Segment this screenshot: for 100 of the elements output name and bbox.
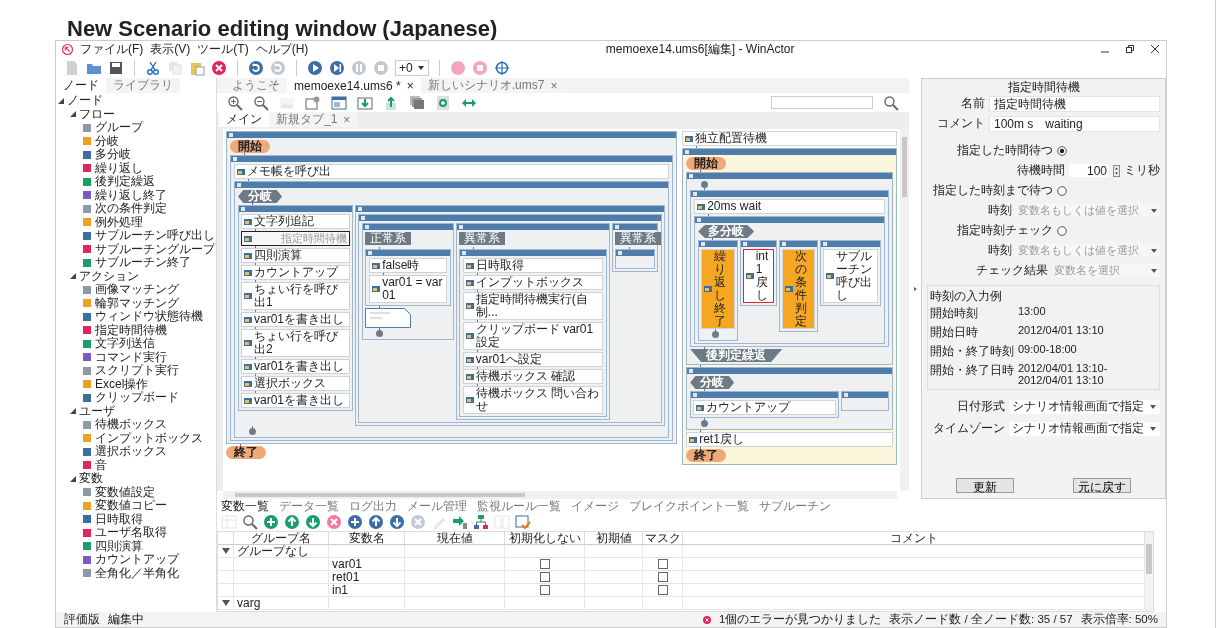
dropdown[interactable]: シナリオ情報画面で指定 xyxy=(1009,399,1160,414)
action-node[interactable]: 待機ボックス 確認 xyxy=(462,369,604,384)
tree-item[interactable]: 後判定繰返 xyxy=(82,175,214,189)
tree-item[interactable]: スクリプト実行 xyxy=(82,364,214,378)
scrollbar[interactable] xyxy=(223,491,897,499)
action-node[interactable]: インプットボックス xyxy=(462,275,604,290)
expand-icon[interactable] xyxy=(221,600,230,606)
group-box[interactable]: 20ms wait 多分岐 繰り返し終了 int1戻し 次の条件判定 サブルーチン呼び出し xyxy=(690,190,889,347)
tree-item[interactable]: 選択ボックス xyxy=(82,445,214,459)
arrow-down-icon[interactable] xyxy=(389,514,405,530)
action-node[interactable]: 四則演算 xyxy=(241,248,351,263)
group-box[interactable]: 20ms wait 多分岐 繰り返し終了 int1戻し 次の条件判定 サブルーチン呼び出し 後判定繰返 xyxy=(686,172,893,365)
arrow-down-icon[interactable] xyxy=(305,514,321,530)
group-box[interactable]: 正常系 false時 var01 = var01 異常系 日時取得 インプットボックス 指定時間待機実行(自制... クリップボード var01 設定 var01へ設定 待機ボックス 確認 待機ボックス 問い合わせ 異常系 xyxy=(358,214,663,423)
delete-icon[interactable] xyxy=(211,59,227,76)
menu-item[interactable]: ファイル(F) xyxy=(80,40,144,58)
window-icon[interactable] xyxy=(331,94,347,111)
terminal-node[interactable]: 終了 xyxy=(226,446,266,459)
search-icon[interactable] xyxy=(242,514,258,530)
arrow-up-icon[interactable] xyxy=(368,514,384,530)
action-node[interactable]: var01へ設定 xyxy=(462,352,604,367)
checkbox[interactable] xyxy=(657,585,668,595)
action-node[interactable]: ちょい行を呼び出1 xyxy=(241,282,351,310)
group-box[interactable] xyxy=(615,249,656,269)
expand-icon[interactable] xyxy=(70,475,76,482)
tree-item[interactable]: 変数値コピー xyxy=(82,499,214,513)
tree-item[interactable]: 四則演算 xyxy=(82,539,214,553)
text-field[interactable]: 100m s waiting xyxy=(989,115,1160,132)
column-header[interactable]: グループ名 xyxy=(234,532,329,545)
close-icon[interactable]: × xyxy=(406,78,414,93)
action-node[interactable]: int1戻し xyxy=(742,249,774,303)
group-box[interactable]: false時 var01 = var01 xyxy=(365,249,451,306)
checkbox[interactable] xyxy=(657,559,668,569)
menu-item[interactable]: ツール(T) xyxy=(197,40,249,58)
sheet-tab[interactable]: メイン xyxy=(219,112,269,127)
step-select[interactable]: +0 xyxy=(395,59,429,76)
number-field[interactable]: 100 xyxy=(1069,164,1109,177)
expand-panel-icon[interactable] xyxy=(911,284,919,293)
tree-item[interactable]: 変数値設定 xyxy=(82,485,214,499)
search-icon[interactable] xyxy=(883,94,899,111)
checkbox[interactable] xyxy=(539,585,550,595)
tree-item[interactable]: 輪郭マッチング xyxy=(82,296,214,310)
close-icon[interactable]: × xyxy=(343,112,351,127)
tree-item[interactable]: サブルーチングループ xyxy=(82,242,214,256)
play-icon[interactable] xyxy=(307,59,323,76)
expand-icon[interactable] xyxy=(58,97,64,104)
zoom-in-icon[interactable] xyxy=(227,94,243,111)
stack-icon[interactable] xyxy=(409,94,425,111)
action-node[interactable]: ret1戻し xyxy=(686,432,893,447)
tree-folder[interactable]: アクション xyxy=(70,269,214,283)
search-field[interactable] xyxy=(771,96,873,109)
action-node[interactable]: 文字列追記 xyxy=(241,214,351,229)
panel-tab[interactable]: イメージ xyxy=(567,499,623,513)
column-header[interactable]: 初期化しない xyxy=(505,532,585,545)
action-node[interactable]: 日時取得 xyxy=(462,258,604,273)
terminal-node[interactable]: 開始 xyxy=(230,140,270,153)
tree-item[interactable]: 日時取得 xyxy=(82,512,214,526)
plus-icon[interactable] xyxy=(347,514,363,530)
tree-item[interactable]: コマンド実行 xyxy=(82,350,214,364)
branch-node[interactable]: 多分岐 xyxy=(698,225,755,238)
expand-icon[interactable] xyxy=(70,408,76,415)
column-header[interactable]: 初期値 xyxy=(585,532,643,545)
action-node[interactable]: 繰り返し終了 xyxy=(701,249,735,329)
loop-end-node[interactable]: 後判定繰返 xyxy=(690,349,783,362)
step-icon[interactable] xyxy=(329,59,345,76)
panel-tab[interactable]: ログ出力 xyxy=(345,499,401,513)
tree-item[interactable]: 指定時間待機 xyxy=(82,323,214,337)
download-icon[interactable] xyxy=(357,94,373,111)
action-node[interactable]: クリップボード var01 設定 xyxy=(462,322,604,350)
window-check-icon[interactable] xyxy=(515,514,531,530)
action-node[interactable]: 次の条件判定 xyxy=(781,249,816,329)
tree-item[interactable]: サブルーチン終了 xyxy=(82,256,214,270)
tree-item[interactable]: 分岐 xyxy=(82,134,214,148)
tree-item[interactable]: 繰り返し xyxy=(82,161,214,175)
panel-tab[interactable]: ライブラリ xyxy=(106,78,180,93)
radio-button[interactable] xyxy=(1057,185,1067,196)
tree-item[interactable]: サブルーチン呼び出し xyxy=(82,229,214,243)
column-header[interactable]: 現在値 xyxy=(405,532,505,545)
action-node[interactable]: var01 = var01 xyxy=(369,275,447,303)
panel-tab[interactable]: メール管理 xyxy=(403,499,471,513)
tree-item[interactable]: 音 xyxy=(82,458,214,472)
dropdown[interactable]: シナリオ情報画面で指定 xyxy=(1009,421,1160,436)
terminal-node[interactable]: 終了 xyxy=(686,449,727,462)
expand-icon[interactable] xyxy=(70,273,76,280)
tree-item[interactable]: 画像マッチング xyxy=(82,283,214,297)
group-box[interactable]: 多分岐 繰り返し終了 int1戻し 次の条件判定 サブルーチン呼び出し xyxy=(694,216,885,344)
delete-icon[interactable] xyxy=(326,514,342,530)
checkbox[interactable] xyxy=(657,572,668,582)
terminal-node[interactable]: 開始 xyxy=(686,157,727,170)
revert-button[interactable]: 元に戻す xyxy=(1072,478,1131,493)
action-node[interactable]: 指定時間待機実行(自制... xyxy=(462,292,604,320)
tree-folder[interactable]: 変数 xyxy=(70,472,214,486)
panel-tab[interactable]: ブレイクポイント一覧 xyxy=(625,499,753,513)
checkbox[interactable] xyxy=(539,559,550,569)
checkbox[interactable] xyxy=(539,572,550,582)
close-icon[interactable] xyxy=(1150,44,1160,54)
branch-node[interactable]: 分岐 xyxy=(690,376,735,389)
scrollbar[interactable] xyxy=(1145,532,1153,611)
zoom-out-icon[interactable] xyxy=(253,94,269,111)
panel-tab[interactable]: サブルーチン xyxy=(755,499,835,513)
